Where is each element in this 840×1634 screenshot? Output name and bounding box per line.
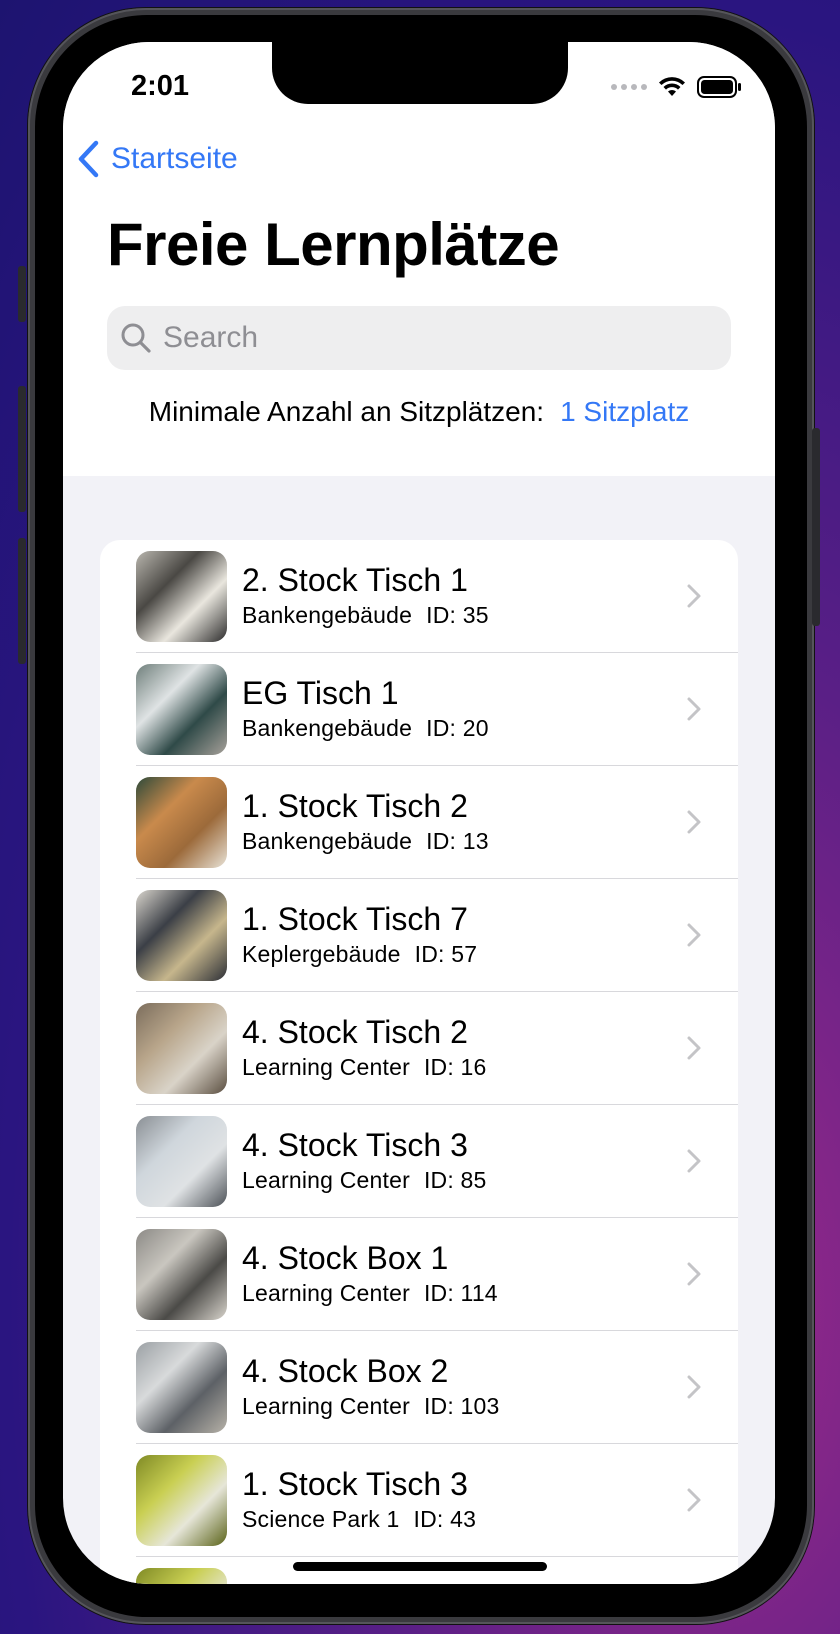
list-item-id: ID: 16: [423, 1054, 487, 1080]
list-item-subtitle: Learning Center ID: 16: [242, 1054, 487, 1081]
room-photo: [136, 664, 227, 755]
chevron-right-icon: [687, 1262, 701, 1286]
chevron-left-icon: [78, 140, 99, 178]
page-title: Freie Lernplätze: [107, 211, 560, 278]
home-indicator[interactable]: [293, 1562, 547, 1571]
list-item[interactable]: 4. Stock Box 2 Learning Center ID: 103: [100, 1331, 738, 1444]
list-item[interactable]: 4. Stock Tisch 3 Learning Center ID: 85: [100, 1105, 738, 1218]
list-item-subtitle: Learning Center ID: 103: [242, 1393, 500, 1420]
list-item-title: 4. Stock Tisch 3: [242, 1127, 468, 1163]
list-item-title: 2. Stock Tisch 1: [242, 562, 468, 598]
list-item-building: Learning Center: [242, 1167, 410, 1193]
list-item[interactable]: 1. Stock Tisch 7 Keplergebäude ID: 57: [100, 879, 738, 992]
list-item[interactable]: 1. Stock Tisch 2 Bankengebäude ID: 13: [100, 766, 738, 879]
list-item-subtitle: Bankengebäude ID: 35: [242, 602, 489, 629]
chevron-right-icon: [687, 1488, 701, 1512]
chevron-right-icon: [687, 1149, 701, 1173]
list-item-subtitle: Bankengebäude ID: 20: [242, 715, 489, 742]
power-button: [812, 428, 820, 626]
list-item-subtitle: Keplergebäude ID: 57: [242, 941, 477, 968]
list-item-title: 4. Stock Box 2: [242, 1353, 449, 1389]
room-photo: [136, 551, 227, 642]
list-item-subtitle: Learning Center ID: 114: [242, 1280, 498, 1307]
list-item-building: Bankengebäude: [242, 715, 413, 741]
list-item-id: ID: 20: [426, 715, 489, 741]
chevron-right-icon: [687, 1375, 701, 1399]
list-item-id: ID: 114: [423, 1280, 498, 1306]
list-item-id: ID: 57: [414, 941, 478, 967]
list-item-building: Learning Center: [242, 1054, 410, 1080]
room-photo: [136, 890, 227, 981]
list-item-id: ID: 35: [426, 602, 489, 628]
search-input[interactable]: [163, 321, 723, 355]
seat-filter-label: Minimale Anzahl an Sitzplätzen:: [148, 396, 545, 427]
status-icons: [611, 72, 743, 102]
room-photo: [136, 1229, 227, 1320]
list-item-subtitle: Science Park 1 ID: 43: [242, 1506, 476, 1533]
list-item-title: EG Tisch 1: [242, 675, 399, 711]
mute-switch: [18, 266, 26, 322]
study-spot-list: 2. Stock Tisch 1 Bankengebäude ID: 35 EG Ti…: [100, 540, 738, 1584]
status-time: 2:01: [131, 70, 190, 102]
list-item-id: ID: 43: [413, 1506, 477, 1532]
room-photo: [136, 1568, 227, 1584]
wifi-icon: [659, 77, 685, 96]
list-item-subtitle: Learning Center ID: 85: [242, 1167, 487, 1194]
room-photo: [136, 1003, 227, 1094]
room-photo: [136, 1116, 227, 1207]
list-item[interactable]: 1. Stock Tisch 3 Science Park 1 ID: 43: [100, 1444, 738, 1557]
list-item[interactable]: EG Tisch 1 Bankengebäude ID: 20: [100, 653, 738, 766]
battery-icon: [697, 76, 741, 98]
chevron-right-icon: [687, 810, 701, 834]
list-item[interactable]: 2. Stock Tisch 1 Bankengebäude ID: 35: [100, 540, 738, 653]
chevron-right-icon: [687, 1036, 701, 1060]
list-item-building: Keplergebäude: [242, 941, 401, 967]
volume-up-button: [18, 386, 26, 512]
list-item-building: Bankengebäude: [242, 602, 413, 628]
back-button[interactable]: Startseite: [77, 140, 238, 178]
navigation-header: 2:01 Startseite Freie Lernplätze Search …: [63, 42, 775, 476]
list-item-id: ID: 103: [423, 1393, 500, 1419]
list-item-building: Learning Center: [242, 1280, 410, 1306]
list-item-subtitle: Bankengebäude ID: 13: [242, 828, 489, 855]
list-item-building: Bankengebäude: [242, 828, 413, 854]
chevron-right-icon: [687, 584, 701, 608]
room-photo: [136, 1455, 227, 1546]
list-item-id: ID: 85: [423, 1167, 487, 1193]
chevron-right-icon: [687, 697, 701, 721]
chevron-right-icon: [687, 923, 701, 947]
list-item-building: Science Park 1: [242, 1506, 400, 1532]
list-item-title: 1. Stock Tisch 3: [242, 1466, 468, 1502]
screen: 2:01 Startseite Freie Lernplätze Search …: [63, 42, 775, 1584]
volume-down-button: [18, 538, 26, 664]
search-bar[interactable]: [107, 306, 731, 370]
list-item-id: ID: 13: [426, 828, 489, 854]
seat-filter-picker[interactable]: 1 Sitzplatz: [560, 396, 689, 428]
room-photo: [136, 1342, 227, 1433]
cellular-signal-icon: [611, 84, 647, 90]
list-item-building: Learning Center: [242, 1393, 410, 1419]
list-item-title: 1. Stock Tisch 2: [242, 788, 468, 824]
list-item-title: 1. Stock Tisch 7: [242, 901, 468, 937]
room-photo: [136, 777, 227, 868]
list-item[interactable]: 4. Stock Tisch 2 Learning Center ID: 16: [100, 992, 738, 1105]
list-item-title: 4. Stock Box 1: [242, 1240, 449, 1276]
list-item-title: 4. Stock Tisch 2: [242, 1014, 468, 1050]
list-item[interactable]: 4. Stock Box 1 Learning Center ID: 114: [100, 1218, 738, 1331]
seat-filter: Minimale Anzahl an Sitzplätzen: 1 Sitzpl…: [63, 396, 775, 428]
notch: [272, 42, 568, 104]
back-button-label: Startseite: [111, 142, 238, 175]
search-icon: [121, 323, 151, 353]
